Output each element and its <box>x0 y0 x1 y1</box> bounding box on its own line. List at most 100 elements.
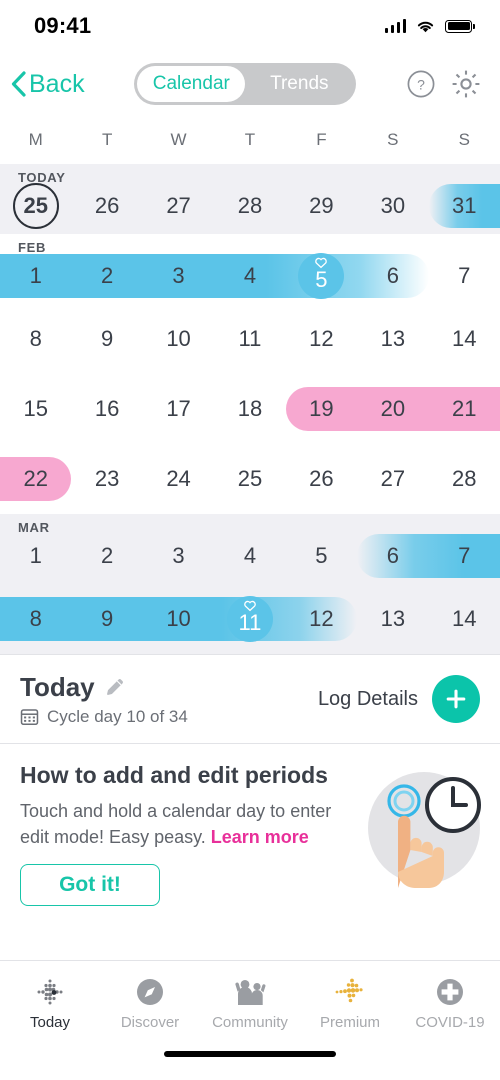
calendar-day-cell[interactable]: 27 <box>143 193 214 219</box>
calendar-day-number: 12 <box>309 326 334 351</box>
calendar-day-cell[interactable]: 29 <box>286 193 357 219</box>
back-button[interactable]: Back <box>10 70 85 99</box>
calendar-day-cell[interactable]: 3 <box>143 263 214 289</box>
people-icon <box>235 979 266 1005</box>
view-segmented-control[interactable]: Calendar Trends <box>134 63 357 105</box>
calendar-day-cell[interactable]: 7 <box>429 263 500 289</box>
navigation-bar: Back Calendar Trends ? <box>0 52 500 116</box>
calendar-day-cell[interactable]: 1 <box>0 543 71 569</box>
calendar-day-number: 10 <box>166 606 191 631</box>
calendar-day-cell[interactable]: 26 <box>286 466 357 492</box>
calendar-day-cell[interactable]: 18 <box>214 396 285 422</box>
cellular-signal-icon <box>384 19 406 33</box>
calendar-day-cell[interactable]: 24 <box>143 466 214 492</box>
calendar-day-number: 27 <box>166 193 191 218</box>
summary-text-block: Today Cycle day 10 of 34 <box>20 672 318 727</box>
settings-button[interactable] <box>450 68 482 100</box>
calendar-day-cell[interactable]: 28 <box>214 193 285 219</box>
tab-calendar[interactable]: Calendar <box>137 66 246 102</box>
calendar-day-cell[interactable]: 14 <box>429 326 500 352</box>
back-label: Back <box>29 69 85 98</box>
calendar-day-cell[interactable]: 8 <box>0 326 71 352</box>
calendar-day-cell[interactable]: 1 <box>0 263 71 289</box>
calendar-day-cell[interactable]: 25 <box>0 183 71 229</box>
calendar-day-cell[interactable]: 11 <box>214 326 285 352</box>
calendar-day-cell[interactable]: 4 <box>214 543 285 569</box>
calendar-week-row: TODAY 25 26 27 28 29 30 31 <box>0 164 500 234</box>
calendar-day-number: 10 <box>166 326 191 351</box>
calendar-week-cells: 1 2 3 4 5 6 7 <box>0 514 500 584</box>
tab-discover[interactable]: Discover <box>100 977 200 1031</box>
calendar-day-cell[interactable]: 8 <box>0 606 71 632</box>
calendar-day-number: 5 <box>315 543 328 568</box>
home-indicator-area <box>0 1046 500 1080</box>
calendar-day-cell[interactable]: 13 <box>357 606 428 632</box>
calendar-day-cell[interactable]: 10 <box>143 326 214 352</box>
add-log-button[interactable] <box>432 675 480 723</box>
calendar-day-cell[interactable]: 5 <box>286 543 357 569</box>
calendar-day-cell[interactable]: 12 <box>286 326 357 352</box>
calendar-day-cell[interactable]: 28 <box>429 466 500 492</box>
today-label: TODAY <box>18 170 66 185</box>
calendar-day-cell[interactable]: 15 <box>0 396 71 422</box>
summary-subtitle-row: Cycle day 10 of 34 <box>20 707 318 727</box>
calendar-day-cell[interactable]: 2 <box>71 263 142 289</box>
calendar-day-cell[interactable]: 12 <box>286 606 357 632</box>
status-indicators <box>384 19 475 34</box>
calendar-day-cell[interactable]: 26 <box>71 193 142 219</box>
calendar-day-number: 27 <box>380 466 406 491</box>
learn-more-link[interactable]: Learn more <box>211 827 309 847</box>
home-indicator[interactable] <box>164 1051 336 1057</box>
calendar-day-cell[interactable]: 17 <box>143 396 214 422</box>
calendar-day-cell[interactable]: 20 <box>357 396 428 422</box>
calendar-day-cell[interactable]: 10 <box>143 606 214 632</box>
tab-today[interactable]: Today <box>0 977 100 1031</box>
calendar-day-number: 4 <box>243 263 257 288</box>
calendar-day-number: 28 <box>452 466 477 491</box>
got-it-button[interactable]: Got it! <box>20 864 160 907</box>
calendar-day-cell[interactable]: 30 <box>357 193 428 219</box>
calendar-day-cell[interactable]: 4 <box>214 263 285 289</box>
calendar-day-number: 2 <box>101 263 114 288</box>
calendar-week-cells: 8 9 10 11 12 13 14 <box>0 304 500 374</box>
tab-community[interactable]: Community <box>200 977 300 1031</box>
bottom-tab-bar[interactable]: Today Discover Community Premium COVID-1… <box>0 960 500 1046</box>
calendar-day-cell[interactable]: 19 <box>286 396 357 422</box>
weekday-sat: S <box>387 130 399 149</box>
tab-trends[interactable]: Trends <box>245 66 353 102</box>
calendar-day-number: 29 <box>309 193 334 218</box>
calendar-day-cell[interactable]: 7 <box>429 543 500 569</box>
calendar-day-cell[interactable]: 23 <box>71 466 142 492</box>
calendar-day-cell[interactable]: 3 <box>143 543 214 569</box>
calendar-day-cell[interactable]: 2 <box>71 543 142 569</box>
calendar-grid[interactable]: TODAY 25 26 27 28 29 30 31 FEB 1 2 3 4 5 6 7 8 9 10 11 12 13 1… <box>0 164 500 654</box>
calendar-day-cell[interactable]: 9 <box>71 326 142 352</box>
help-button[interactable]: ? <box>406 69 436 99</box>
tab-premium[interactable]: Premium <box>300 977 400 1031</box>
calendar-day-cell[interactable]: 31 <box>429 193 500 219</box>
calendar-day-number: 12 <box>309 606 334 631</box>
weekday-header: M T W T F S S <box>0 116 500 164</box>
calendar-day-cell[interactable]: 13 <box>357 326 428 352</box>
calendar-day-cell[interactable]: 11 <box>214 596 285 642</box>
calendar-day-cell[interactable]: 5 <box>286 253 357 299</box>
ovulation-heart-icon <box>244 600 256 612</box>
calendar-day-cell[interactable]: 14 <box>429 606 500 632</box>
today-ring <box>12 183 59 229</box>
calendar-day-cell[interactable]: 6 <box>357 263 428 289</box>
summary-title-row: Today <box>20 672 318 703</box>
calendar-day-cell[interactable]: 6 <box>357 543 428 569</box>
cycle-day-text: Cycle day 10 of 34 <box>47 706 188 726</box>
calendar-day-cell[interactable]: 22 <box>0 466 71 492</box>
tab-covid19[interactable]: COVID-19 <box>400 977 500 1031</box>
battery-icon <box>445 19 475 33</box>
pencil-icon[interactable] <box>103 675 127 699</box>
calendar-day-cell[interactable]: 25 <box>214 466 285 492</box>
log-details-label[interactable]: Log Details <box>318 688 418 711</box>
calendar-day-cell[interactable]: 27 <box>357 466 428 492</box>
calendar-day-number: 14 <box>452 326 477 351</box>
calendar-day-cell[interactable]: 21 <box>429 396 500 422</box>
calendar-day-number: 13 <box>380 326 406 351</box>
calendar-day-cell[interactable]: 9 <box>71 606 142 632</box>
calendar-day-cell[interactable]: 16 <box>71 396 142 422</box>
